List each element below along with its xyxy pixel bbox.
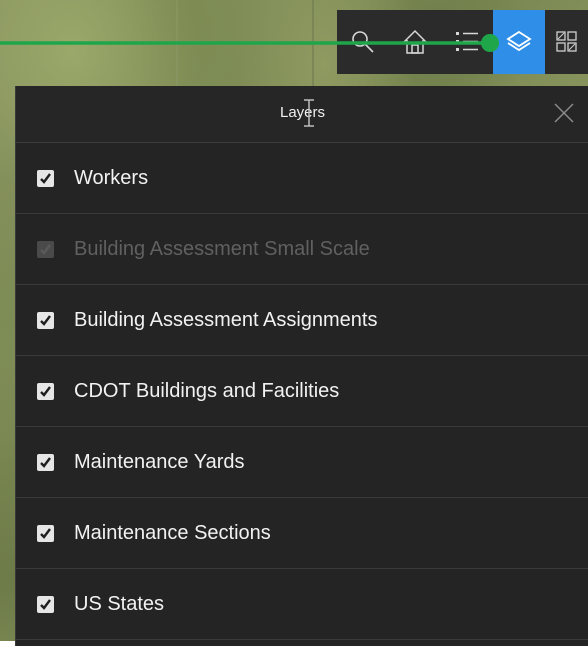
checkmark-icon [40,243,51,255]
layer-checkbox[interactable] [37,453,54,471]
basemap-gallery-icon [555,31,577,52]
checkmark-icon [40,456,51,468]
search-icon [352,31,374,53]
layer-label: Workers [74,166,149,189]
layer-item-maintenance-yards[interactable]: Maintenance Yards [16,427,588,498]
close-icon [554,103,574,123]
layer-checkbox[interactable] [37,524,54,542]
layer-item-cdot-buildings-and-facilities[interactable]: CDOT Buildings and Facilities [16,356,588,427]
map-toolbar [337,10,588,74]
layer-checkbox[interactable] [37,595,54,613]
layer-label: US States [74,592,165,615]
basemap-gallery-button[interactable] [545,10,588,74]
layer-list: Workers Building Assessment Small Scale … [16,143,588,640]
home-button[interactable] [389,10,441,74]
layer-checkbox [37,240,54,258]
layer-checkbox[interactable] [37,382,54,400]
layer-item-us-states[interactable]: US States [16,569,588,640]
checkmark-icon [40,385,51,397]
layer-item-workers[interactable]: Workers [16,143,588,214]
layer-label: Building Assessment Assignments [74,308,378,331]
layer-label: CDOT Buildings and Facilities [74,379,340,402]
checkmark-icon [40,598,51,610]
layer-label: Maintenance Sections [74,521,271,544]
layers-button[interactable] [493,10,545,74]
search-button[interactable] [337,10,389,74]
layer-checkbox[interactable] [37,311,54,329]
close-button[interactable] [549,98,579,128]
checkmark-icon [40,314,51,326]
checkmark-icon [40,527,51,539]
checkmark-icon [40,172,51,184]
home-icon [403,29,427,54]
layer-label: Building Assessment Small Scale [74,237,370,260]
layer-item-maintenance-sections[interactable]: Maintenance Sections [16,498,588,569]
layer-item-building-assessment-assignments[interactable]: Building Assessment Assignments [16,285,588,356]
layer-label: Maintenance Yards [74,450,245,473]
text-cursor-icon [304,99,314,127]
layers-icon [506,30,532,52]
layer-item-building-assessment-small-scale: Building Assessment Small Scale [16,214,588,285]
layer-checkbox[interactable] [37,169,54,187]
legend-icon [456,32,478,51]
legend-button[interactable] [441,10,493,74]
layers-panel: Layers Workers Building Assessment Small… [15,86,588,646]
panel-header: Layers [16,86,588,143]
